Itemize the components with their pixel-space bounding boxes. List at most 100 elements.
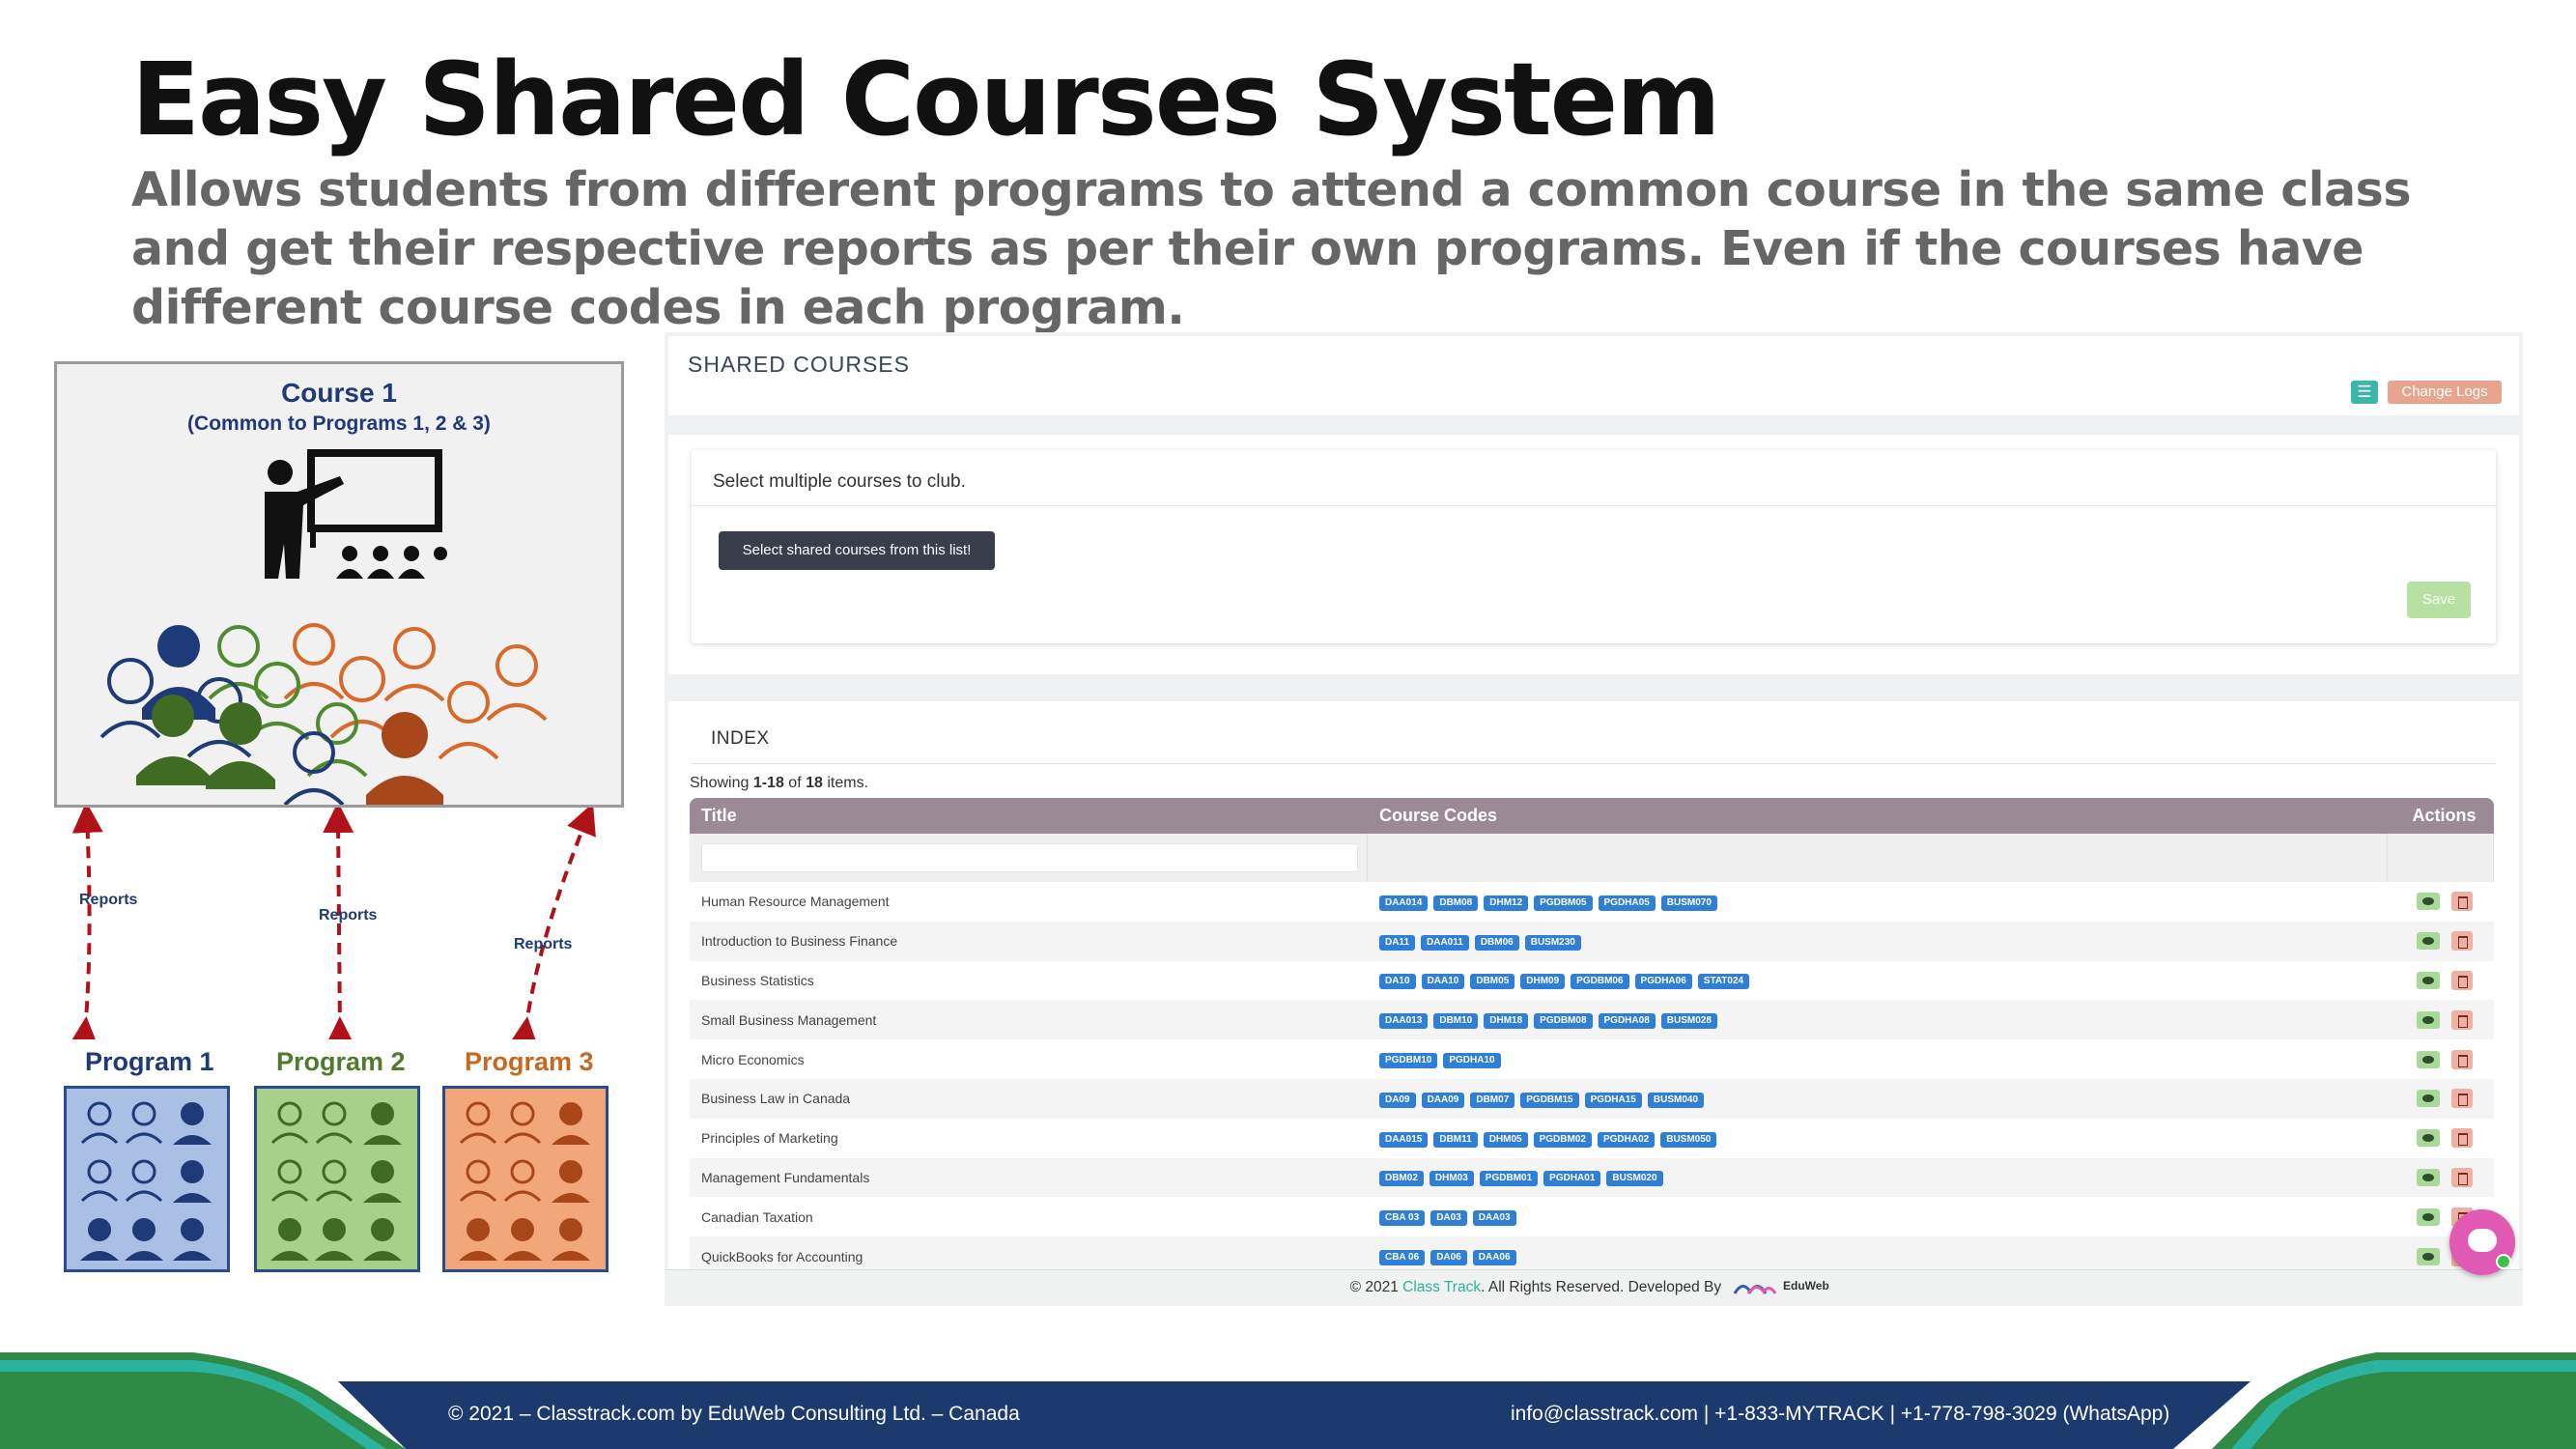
course-title-cell: Principles of Marketing	[690, 1118, 1368, 1158]
actions-cell	[2387, 1000, 2494, 1040]
title-filter-input[interactable]	[701, 843, 1358, 872]
select-shared-courses-button[interactable]: Select shared courses from this list!	[719, 531, 995, 570]
course-code-badge: PGDBM05	[1534, 895, 1593, 911]
course-code-badge: DA11	[1378, 934, 1415, 951]
course-code-badge: CBA 06	[1378, 1250, 1426, 1266]
course-title-cell: Canadian Taxation	[690, 1197, 1368, 1237]
course-code-badge: DBM06	[1474, 934, 1519, 951]
course-subtitle: (Common to Programs 1, 2 & 3)	[187, 412, 491, 435]
slide-title: Easy Shared Courses System	[131, 41, 1721, 158]
eye-icon[interactable]	[2416, 893, 2440, 911]
actions-cell	[2387, 882, 2494, 922]
trash-icon[interactable]	[2450, 892, 2473, 912]
course-title-cell: Business Law in Canada	[690, 1078, 1368, 1119]
showing-summary: Showing 1-18 of 18 items.	[690, 775, 869, 791]
table-row: Introduction to Business Finance DA11 DAA0…	[690, 921, 2494, 961]
eye-icon[interactable]	[2416, 1010, 2440, 1029]
course-code-badge: BUSM070	[1660, 895, 1717, 911]
trash-icon[interactable]	[2450, 1128, 2473, 1149]
class-track-link[interactable]: Class Track	[1402, 1279, 1481, 1295]
course-code-badge: PGDHA10	[1443, 1053, 1501, 1069]
eye-icon[interactable]	[2416, 1090, 2440, 1108]
course-code-badge: PGDBM06	[1571, 974, 1629, 990]
courses-table: Title Course Codes Actions Human Resourc…	[690, 798, 2495, 1276]
course-code-badge: PGDBM02	[1533, 1131, 1592, 1148]
trash-icon[interactable]	[2450, 1049, 2473, 1069]
eye-icon[interactable]	[2416, 1168, 2440, 1186]
footer-copyright: © 2021 – Classtrack.com by EduWeb Consul…	[448, 1403, 1020, 1425]
course-code-badge: PGDHA08	[1598, 1013, 1656, 1030]
course-code-badge: BUSM050	[1660, 1131, 1717, 1148]
eye-icon[interactable]	[2416, 1129, 2440, 1148]
table-row: Business Law in Canada DA09 DAA09 DBM07 PGDB…	[690, 1078, 2494, 1119]
course-code-badge: PGDHA05	[1598, 895, 1656, 911]
reports-label-2: Reports	[319, 907, 378, 923]
program-2-students-icon	[270, 1101, 402, 1261]
course-code-badge: DBM07	[1470, 1092, 1515, 1108]
index-panel: INDEX Showing 1-18 of 18 items. Title Co…	[668, 701, 2519, 1306]
students-crowd-icon	[99, 623, 548, 805]
program-3-label: Program 3	[465, 1047, 594, 1076]
course-codes-cell: PGDBM10 PGDHA10	[1367, 1039, 2388, 1079]
course-code-badge: BUSM020	[1606, 1171, 1663, 1187]
course-code-badge: PGDHA06	[1634, 974, 1692, 990]
course-code-badge: DA03	[1430, 1210, 1467, 1227]
reports-label-3: Reports	[514, 936, 573, 952]
program-3-students-icon	[459, 1101, 590, 1261]
course-code-badge: PGDHA02	[1597, 1131, 1656, 1148]
save-button[interactable]: Save	[2407, 582, 2471, 618]
trash-icon[interactable]	[2450, 1167, 2473, 1187]
table-row: Principles of Marketing DAA015 DBM11 DHM05 P…	[690, 1118, 2494, 1158]
panel-title: SHARED COURSES	[688, 352, 910, 377]
program-2-label: Program 2	[276, 1047, 406, 1076]
program-1-students-icon	[80, 1101, 212, 1261]
course-codes-cell: DA10 DAA10 DBM05 DHM09 PGDBM06 PGDHA06 STAT024	[1367, 960, 2388, 1001]
course-title-cell: Introduction to Business Finance	[690, 921, 1368, 961]
eye-icon[interactable]	[2416, 1208, 2440, 1226]
course-code-badge: DBM08	[1433, 895, 1479, 911]
course-codes-cell: DA11 DAA011 DBM06 BUSM230	[1367, 921, 2388, 961]
course-codes-cell: DAA013 DBM10 DHM18 PGDBM08 PGDHA08 BUSM028	[1367, 1000, 2388, 1040]
reports-label-1: Reports	[79, 892, 138, 908]
eye-icon[interactable]	[2416, 932, 2440, 951]
course-code-badge: DBM05	[1470, 974, 1515, 990]
course-code-badge: CBA 03	[1378, 1210, 1426, 1227]
online-status-dot	[2496, 1254, 2511, 1269]
trash-icon[interactable]	[2450, 931, 2473, 952]
course-title-cell: Human Resource Management	[690, 882, 1368, 922]
eye-icon[interactable]	[2416, 1050, 2440, 1068]
course-code-badge: BUSM230	[1524, 934, 1581, 951]
course-code-badge: BUSM040	[1647, 1092, 1705, 1108]
trash-icon[interactable]	[2450, 1009, 2473, 1030]
index-title: INDEX	[711, 728, 770, 749]
column-title[interactable]: Title	[690, 798, 1368, 834]
course-code-badge: DHM09	[1520, 974, 1566, 990]
course-codes-cell: DA09 DAA09 DBM07 PGDBM15 PGDHA15 BUSM040	[1367, 1078, 2388, 1119]
trash-icon[interactable]	[2450, 970, 2473, 990]
index-divider	[692, 763, 2496, 764]
course-title-cell: Micro Economics	[690, 1039, 1368, 1079]
actions-cell	[2387, 1078, 2494, 1119]
course-code-badge: DAA015	[1378, 1131, 1429, 1148]
course-code-badge: PGDBM10	[1378, 1053, 1438, 1069]
course-code-badge: DA09	[1378, 1092, 1416, 1108]
eye-icon[interactable]	[2416, 1247, 2440, 1265]
course-codes-cell: DAA015 DBM11 DHM05 PGDBM02 PGDHA02 BUSM050	[1367, 1118, 2388, 1158]
course-code-badge: BUSM028	[1660, 1013, 1717, 1030]
table-row: Canadian Taxation CBA 03 DA03 DAA03	[690, 1197, 2494, 1237]
app-screenshot: SHARED COURSES ☰ Change Logs Select mult…	[665, 332, 2523, 1306]
footer-contact: info@classtrack.com | +1-833-MYTRACK | +…	[1511, 1403, 2170, 1425]
program-2-box	[254, 1086, 420, 1272]
table-row: Small Business Management DAA013 DBM10 DHM1…	[690, 1000, 2494, 1040]
change-logs-button[interactable]: Change Logs	[2388, 381, 2502, 404]
eye-icon[interactable]	[2416, 971, 2440, 989]
course-code-badge: DAA013	[1378, 1013, 1429, 1030]
course-code-badge: DBM10	[1433, 1013, 1479, 1030]
actions-cell	[2387, 1118, 2494, 1158]
app-footer: © 2021 Class Track. All Rights Reserved.…	[665, 1269, 2523, 1306]
course-code-badge: DBM02	[1378, 1171, 1424, 1187]
trash-icon[interactable]	[2450, 1089, 2473, 1109]
svg-text:EduWeb: EduWeb	[1783, 1279, 1829, 1293]
course-title-cell: Management Fundamentals	[690, 1157, 1368, 1198]
list-icon[interactable]: ☰	[2351, 381, 2378, 404]
